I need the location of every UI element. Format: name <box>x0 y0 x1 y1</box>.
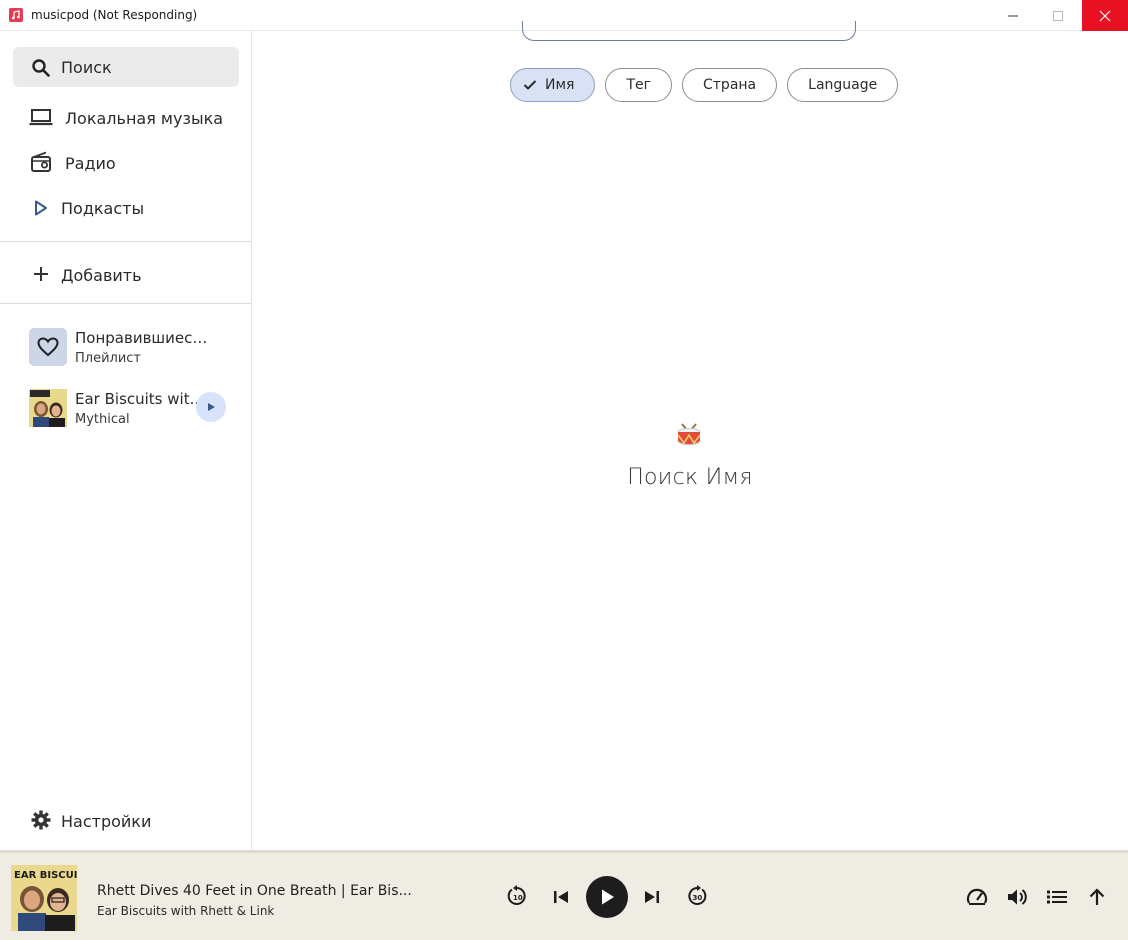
drum-icon <box>676 423 702 452</box>
library-item-play-button[interactable] <box>196 392 226 422</box>
podcast-thumbnail <box>29 389 67 427</box>
window-title: musicpod (Not Responding) <box>31 8 198 22</box>
chip-name[interactable]: Имя <box>510 68 596 102</box>
sidebar-item-radio[interactable]: Радио <box>13 142 239 182</box>
add-label: Добавить <box>61 266 142 285</box>
empty-state-text: Поиск Имя <box>627 465 753 490</box>
sidebar-item-settings[interactable]: Настройки <box>13 800 239 840</box>
library-item-liked[interactable]: Понравившиеся... Плейлист <box>29 328 239 368</box>
chip-label: Страна <box>703 77 757 93</box>
search-field[interactable] <box>522 21 856 41</box>
chip-language[interactable]: Language <box>787 68 899 102</box>
sidebar-item-label: Радио <box>65 154 116 173</box>
gear-icon <box>31 810 51 830</box>
sidebar-item-local-music[interactable]: Локальная музыка <box>13 97 239 137</box>
player-bar: EAR BISCUITS Rhett Dives 40 Feet in One … <box>0 850 1128 940</box>
liked-thumbnail <box>29 328 67 366</box>
track-artist[interactable]: Ear Biscuits with Rhett & Link <box>97 904 274 918</box>
chip-label: Тег <box>626 77 651 93</box>
chip-label: Имя <box>545 77 575 93</box>
arrow-up-icon <box>1089 888 1105 905</box>
rewind-icon: 10 <box>507 885 526 905</box>
chip-label: Language <box>808 77 878 93</box>
play-icon <box>602 889 614 905</box>
track-cover[interactable]: EAR BISCUITS <box>11 865 77 931</box>
rewind-10-button[interactable]: 10 <box>505 884 529 908</box>
sidebar: Поиск Локальная музыка Радио Подкасты До… <box>0 31 252 850</box>
volume-button[interactable] <box>1006 887 1028 907</box>
queue-button[interactable] <box>1046 888 1068 906</box>
sidebar-item-podcasts[interactable]: Подкасты <box>13 187 239 227</box>
sidebar-divider <box>0 303 251 304</box>
library-item-title: Ear Biscuits wit... <box>75 390 204 408</box>
volume-icon <box>1008 889 1027 905</box>
play-icon <box>207 403 215 411</box>
playback-speed-button[interactable] <box>965 886 989 908</box>
svg-text:10: 10 <box>513 894 523 902</box>
library-item-subtitle: Плейлист <box>75 351 142 366</box>
radio-icon <box>30 151 52 173</box>
app-icon <box>9 8 23 22</box>
sidebar-item-label: Подкасты <box>61 199 145 218</box>
add-button[interactable]: Добавить <box>13 254 239 294</box>
chip-country[interactable]: Страна <box>682 68 778 102</box>
main-content: Имя Тег Страна Language Поиск Имя <box>252 21 1128 850</box>
skip-next-icon <box>645 891 659 903</box>
track-title[interactable]: Rhett Dives 40 Feet in One Breath | Ear … <box>97 883 412 899</box>
check-icon <box>523 79 537 91</box>
heart-icon <box>37 337 59 357</box>
previous-button[interactable] <box>552 888 570 906</box>
next-button[interactable] <box>643 888 661 906</box>
svg-text:30: 30 <box>693 894 703 902</box>
chip-tag[interactable]: Тег <box>605 68 672 102</box>
sidebar-item-label: Поиск <box>61 58 112 77</box>
forward-30-button[interactable]: 30 <box>685 884 709 908</box>
queue-list-icon <box>1047 890 1067 904</box>
library-item-title: Понравившиеся... <box>75 329 215 347</box>
library-item-podcast[interactable]: Ear Biscuits wit... Mythical <box>29 389 239 429</box>
skip-previous-icon <box>554 891 568 903</box>
laptop-icon <box>29 107 53 127</box>
plus-icon <box>33 266 49 282</box>
close-icon <box>1099 10 1111 21</box>
cover-text: EAR BISCUITS <box>14 870 77 881</box>
sidebar-item-label: Локальная музыка <box>65 109 224 128</box>
expand-player-button[interactable] <box>1087 887 1107 907</box>
search-type-chips: Имя Тег Страна Language <box>510 68 899 102</box>
search-icon <box>31 58 51 78</box>
speedometer-icon <box>966 888 988 905</box>
play-outline-icon <box>34 200 48 216</box>
close-button[interactable] <box>1082 0 1128 31</box>
maximize-button[interactable] <box>1035 0 1081 31</box>
sidebar-item-search[interactable]: Поиск <box>13 47 239 87</box>
play-button[interactable] <box>586 876 628 918</box>
minimize-button[interactable] <box>990 0 1036 31</box>
sidebar-item-label: Настройки <box>61 812 152 831</box>
fast-forward-icon: 30 <box>688 885 707 905</box>
sidebar-divider <box>0 241 251 242</box>
library-item-subtitle: Mythical <box>75 412 130 427</box>
